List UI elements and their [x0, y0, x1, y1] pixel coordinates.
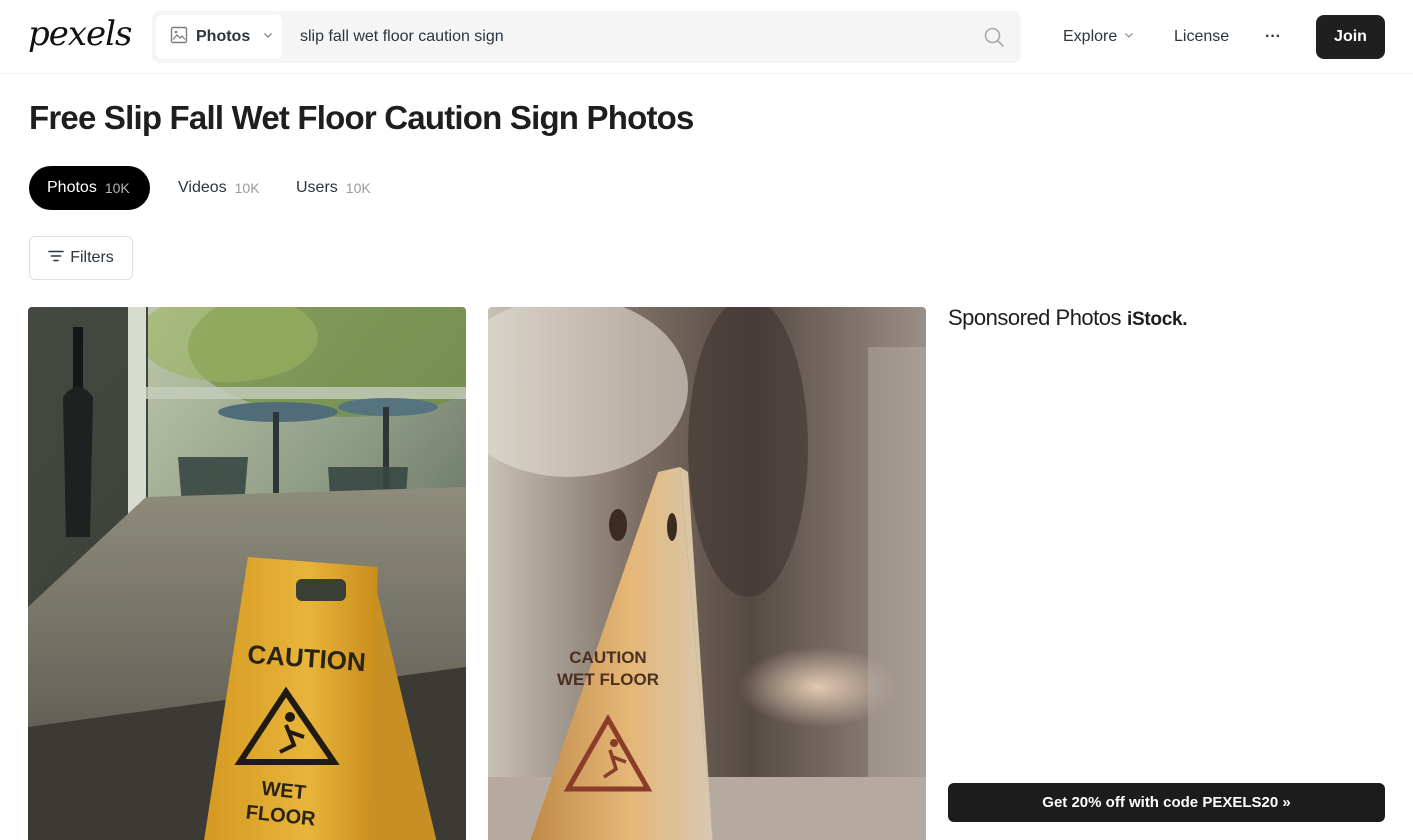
filters-label: Filters [70, 249, 114, 266]
search-input[interactable] [300, 11, 960, 63]
sponsored-title: Sponsored Photos [948, 305, 1122, 330]
explore-menu[interactable]: Explore [1063, 22, 1135, 52]
pexels-logo[interactable]: pexels [28, 14, 133, 54]
istock-logo[interactable]: iStock. [1127, 305, 1188, 335]
sign-wet-text: WET [260, 778, 306, 805]
top-header: pexels Photos Explore [0, 0, 1413, 74]
wet-floor-cone-photo: CAUTION WET FLOOR [488, 307, 926, 840]
search-bar: Photos [152, 11, 1021, 63]
license-link[interactable]: License [1174, 22, 1229, 52]
chevron-down-icon [262, 28, 274, 46]
join-button[interactable]: Join [1316, 15, 1385, 59]
search-icon[interactable] [983, 26, 1005, 48]
filter-icon [48, 249, 65, 268]
tab-videos[interactable]: Videos 10K [178, 166, 260, 210]
promo-code-button[interactable]: Get 20% off with code PEXELS20 » [948, 783, 1385, 822]
tab-count: 10K [345, 180, 371, 196]
image-icon [170, 26, 188, 49]
tab-users[interactable]: Users 10K [296, 166, 371, 210]
tab-label: Users [296, 179, 338, 196]
explore-label: Explore [1063, 28, 1118, 45]
tab-count: 10K [234, 180, 260, 196]
cone-caution-text: CAUTION [569, 648, 646, 667]
page-title: Free Slip Fall Wet Floor Caution Sign Ph… [29, 99, 694, 136]
more-menu-icon[interactable]: ··· [1265, 22, 1281, 52]
search-type-label: Photos [196, 28, 251, 45]
sponsored-heading: Sponsored Photos iStock. [948, 303, 1188, 335]
tab-label: Videos [178, 179, 227, 196]
photo-card[interactable]: CAUTION WET FLOOR [28, 307, 466, 840]
photo-card[interactable]: CAUTION WET FLOOR [488, 307, 926, 840]
tab-count: 10K [104, 180, 130, 196]
search-type-dropdown[interactable]: Photos [156, 15, 282, 59]
chevron-down-icon [1123, 22, 1135, 52]
tab-label: Photos [47, 179, 97, 196]
tab-photos[interactable]: Photos 10K [29, 166, 150, 210]
cone-wet-floor-text: WET FLOOR [557, 670, 659, 689]
filters-button[interactable]: Filters [29, 236, 133, 280]
caution-sign-photo: CAUTION WET FLOOR [28, 307, 466, 840]
